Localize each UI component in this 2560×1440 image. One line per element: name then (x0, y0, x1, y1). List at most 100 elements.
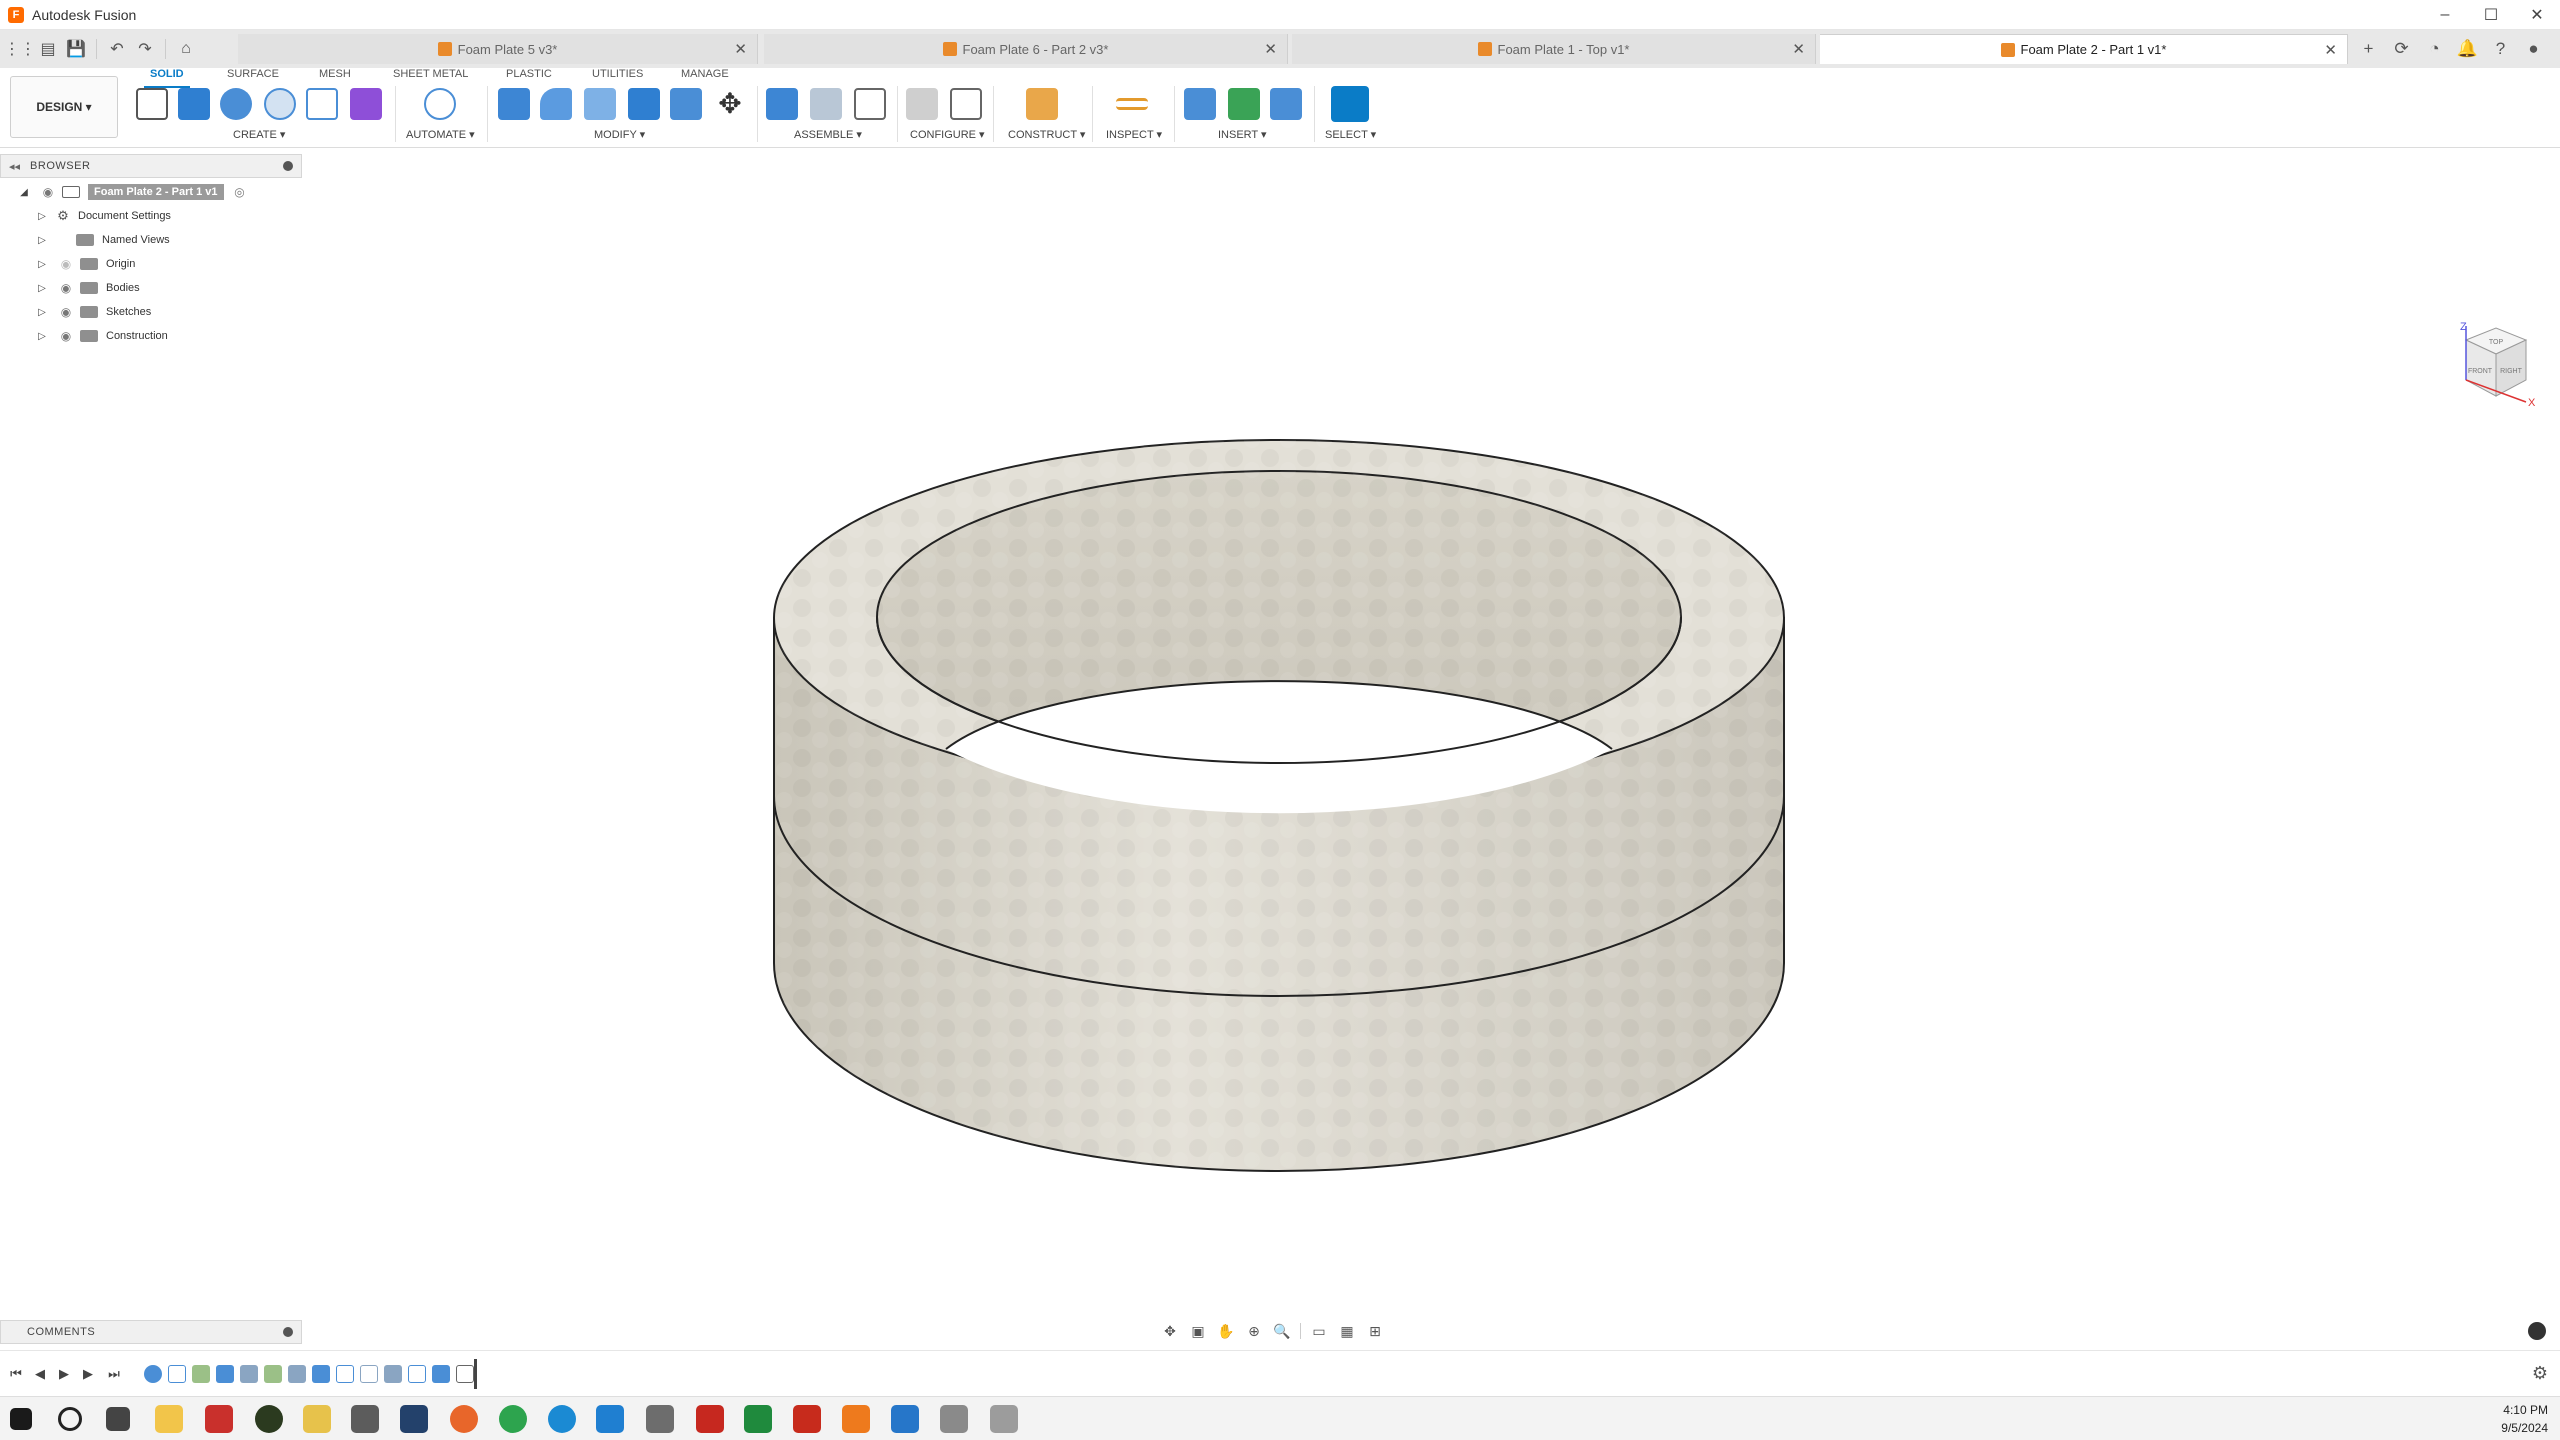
select-icon[interactable] (1331, 86, 1369, 122)
expand-triangle-icon[interactable]: ▷ (34, 328, 50, 344)
timeline-feature-5[interactable] (240, 1365, 258, 1383)
tab-manage[interactable]: MANAGE (681, 68, 729, 84)
app-icon-11[interactable] (646, 1405, 674, 1433)
grid-settings-icon[interactable]: ▦ (1335, 1320, 1359, 1342)
tab-plastic[interactable]: PLASTIC (506, 68, 552, 84)
start-icon[interactable] (10, 1408, 32, 1430)
app-icon-3[interactable] (255, 1405, 283, 1433)
doc-tab-1[interactable]: Foam Plate 5 v3* ✕ (238, 34, 758, 64)
vscode-icon[interactable] (596, 1405, 624, 1433)
acrobat-icon[interactable] (793, 1405, 821, 1433)
tab-sheet-metal[interactable]: SHEET METAL (393, 68, 468, 84)
shell-icon[interactable] (584, 88, 616, 120)
app-icon-16[interactable] (891, 1405, 919, 1433)
calculator-icon[interactable] (940, 1405, 968, 1433)
create-sketch-icon[interactable] (136, 88, 168, 120)
timeline-feature-12[interactable] (408, 1365, 426, 1383)
configuration-table-icon[interactable] (950, 88, 982, 120)
modify-menu[interactable]: MODIFY ▾ (594, 128, 645, 141)
timeline-settings-icon[interactable]: ⚙ (2532, 1363, 2548, 1384)
insert-menu[interactable]: INSERT ▾ (1218, 128, 1267, 141)
fusion-taskbar-icon[interactable] (842, 1405, 870, 1433)
timeline-feature-14[interactable] (456, 1365, 474, 1383)
tree-item-document-settings[interactable]: ▷ ⚙ Document Settings (34, 205, 171, 227)
pattern-icon[interactable] (306, 88, 338, 120)
timeline-feature-1[interactable] (144, 1365, 162, 1383)
help-icon[interactable]: ? (2484, 34, 2517, 64)
expand-triangle-icon[interactable]: ▷ (34, 280, 50, 296)
doc-tab-4-active[interactable]: Foam Plate 2 - Part 1 v1* ✕ (1820, 34, 2348, 64)
activate-radio-icon[interactable]: ◎ (230, 184, 250, 200)
canvas-viewport[interactable]: TOP FRONT RIGHT Z X (0, 148, 2560, 1328)
notification-icon[interactable]: 🔔 (2451, 34, 2484, 64)
tab-mesh[interactable]: MESH (319, 68, 351, 84)
timeline-feature-4[interactable] (216, 1365, 234, 1383)
tab-surface[interactable]: SURFACE (227, 68, 279, 84)
tree-item-origin[interactable]: ▷ ◉ Origin (34, 253, 135, 275)
tab-utilities[interactable]: UTILITIES (592, 68, 643, 84)
timeline-feature-2[interactable] (168, 1365, 186, 1383)
insert-derive-icon[interactable] (1184, 88, 1216, 120)
tree-item-bodies[interactable]: ▷ ◉ Bodies (34, 277, 140, 299)
zoom-window-icon[interactable]: 🔍 (1270, 1320, 1294, 1342)
visibility-eye-icon[interactable]: ◉ (56, 304, 76, 320)
hole-icon[interactable] (264, 88, 296, 120)
new-component-icon[interactable] (766, 88, 798, 120)
tree-root-component[interactable]: ◢ ◉ Foam Plate 2 - Part 1 v1 ◎ (16, 181, 250, 203)
save-icon[interactable]: 💾 (62, 34, 90, 64)
visibility-eye-icon[interactable]: ◉ (38, 184, 58, 200)
timeline-feature-10[interactable] (360, 1365, 378, 1383)
task-view-icon[interactable] (106, 1407, 130, 1431)
timeline-first-icon[interactable]: ⏮ (6, 1365, 26, 1383)
model-canvas[interactable] (0, 148, 2560, 1328)
measure-icon[interactable] (1116, 98, 1148, 110)
job-status-icon[interactable]: ⟳ (2385, 34, 2418, 64)
hidden-eye-icon[interactable]: ◉ (56, 256, 76, 272)
home-icon[interactable]: ⌂ (172, 34, 200, 64)
doc-tab-2[interactable]: Foam Plate 6 - Part 2 v3* ✕ (764, 34, 1288, 64)
timeline-prev-icon[interactable]: ◀ (30, 1365, 50, 1383)
construct-menu[interactable]: CONSTRUCT ▾ (1008, 128, 1085, 141)
expand-triangle-icon[interactable]: ▷ (34, 208, 50, 224)
timeline-next-icon[interactable]: ▶ (78, 1365, 98, 1383)
new-tab-icon[interactable]: + (2352, 34, 2385, 64)
revolve-icon[interactable] (220, 88, 252, 120)
app-grid-icon[interactable]: ⋮⋮ (4, 34, 36, 64)
select-menu[interactable]: SELECT ▾ (1325, 128, 1376, 141)
expand-triangle-icon[interactable]: ▷ (34, 304, 50, 320)
filezilla-icon[interactable] (696, 1405, 724, 1433)
timeline-feature-11[interactable] (384, 1365, 402, 1383)
timeline-play-icon[interactable]: ▶ (54, 1365, 74, 1383)
expand-triangle-icon[interactable]: ▷ (34, 256, 50, 272)
chrome-icon[interactable] (499, 1405, 527, 1433)
assemble-menu[interactable]: ASSEMBLE ▾ (794, 128, 862, 141)
close-tab-icon[interactable]: ✕ (1264, 40, 1277, 58)
tree-item-construction[interactable]: ▷ ◉ Construction (34, 325, 168, 347)
comments-panel-header[interactable]: COMMENTS (0, 1320, 302, 1344)
close-tab-icon[interactable]: ✕ (1792, 40, 1805, 58)
app-icon-5[interactable] (351, 1405, 379, 1433)
pin-icon[interactable] (283, 161, 293, 171)
zoom-icon[interactable]: ⊕ (1242, 1320, 1266, 1342)
file-explorer-icon[interactable] (155, 1405, 183, 1433)
insert-mesh-icon[interactable] (1228, 88, 1260, 120)
viewports-icon[interactable]: ⊞ (1363, 1320, 1387, 1342)
search-icon[interactable] (58, 1407, 82, 1431)
move-copy-icon[interactable]: ✥ (714, 88, 746, 120)
automate-menu[interactable]: AUTOMATE ▾ (406, 128, 475, 141)
system-clock[interactable]: 4:10 PM 9/5/2024 (2501, 1401, 2548, 1437)
pan-icon[interactable]: ✋ (1214, 1320, 1238, 1342)
user-avatar-icon[interactable]: ● (2517, 34, 2550, 64)
viewcube[interactable]: TOP FRONT RIGHT Z X (2448, 318, 2538, 408)
timeline-feature-8[interactable] (312, 1365, 330, 1383)
app-icon-2[interactable] (205, 1405, 233, 1433)
sheets-icon[interactable] (744, 1405, 772, 1433)
orbit-icon[interactable]: ✥ (1158, 1320, 1182, 1342)
app-icon-4[interactable] (303, 1405, 331, 1433)
redo-icon[interactable]: ↷ (131, 34, 159, 64)
extrude-icon[interactable] (178, 88, 210, 120)
timeline-feature-9[interactable] (336, 1365, 354, 1383)
fillet-icon[interactable] (540, 88, 572, 120)
offset-plane-icon[interactable] (1026, 88, 1058, 120)
workspace-switcher[interactable]: DESIGN ▾ (10, 76, 118, 138)
